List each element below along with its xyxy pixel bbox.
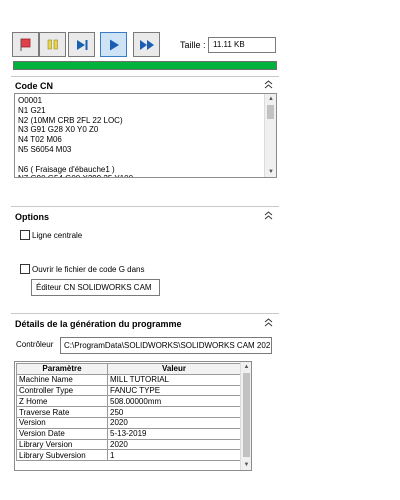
parameter-cell: Controller Type xyxy=(16,384,108,397)
table-row[interactable]: Machine Name MILL TUTORIAL xyxy=(16,373,241,386)
value-cell: 250 xyxy=(107,406,241,418)
play-icon xyxy=(109,39,119,50)
step-button[interactable] xyxy=(68,32,95,57)
code-line: N6 ( Fraisage d'ébauche1 ) xyxy=(18,164,115,174)
size-label: Taille : xyxy=(180,40,206,50)
size-value-field: 11.11 KB xyxy=(208,37,276,53)
code-line: N5 S6054 M03 xyxy=(18,144,72,154)
step-icon xyxy=(76,39,87,50)
stop-button[interactable] xyxy=(12,32,39,57)
details-section-title: Détails de la génération du programme xyxy=(15,319,182,329)
double-chevron-up-icon xyxy=(264,318,273,327)
controller-label: Contrôleur xyxy=(16,340,54,349)
open-gcode-label: Ouvrir le fichier de code G dans xyxy=(32,265,145,274)
value-cell: 2020 xyxy=(107,438,241,451)
double-chevron-up-icon xyxy=(264,211,273,220)
code-line: N3 G91 G28 X0 Y0 Z0 xyxy=(18,125,99,135)
table-row[interactable]: Version 2020 xyxy=(16,416,241,429)
scroll-thumb[interactable] xyxy=(267,105,274,119)
fast-forward-button[interactable] xyxy=(133,32,160,57)
parameters-table-container: Paramètre Valeur Machine Name MILL TUTORI… xyxy=(14,361,252,471)
progress-bar-fill xyxy=(14,62,276,69)
double-chevron-up-icon xyxy=(264,80,273,89)
code-section-title: Code CN xyxy=(15,81,53,91)
parameter-cell: Machine Name xyxy=(16,373,108,386)
value-cell: 1 xyxy=(107,449,241,462)
parameter-cell: Library Subversion xyxy=(16,449,108,462)
scroll-down-icon[interactable]: ▼ xyxy=(241,460,251,470)
value-cell: 508.00000mm xyxy=(107,395,241,408)
collapse-icon[interactable] xyxy=(264,211,273,222)
stop-icon xyxy=(20,38,30,51)
parameter-cell: Traverse Rate xyxy=(16,406,108,418)
parameter-cell: Version xyxy=(16,416,108,429)
parameter-cell: Z Home xyxy=(16,395,108,408)
center-line-checkbox[interactable] xyxy=(20,230,30,240)
pause-icon xyxy=(47,39,58,49)
section-divider xyxy=(11,76,279,77)
code-line: N4 T02 M06 xyxy=(18,135,62,145)
code-line: N1 G21 xyxy=(18,105,46,115)
collapse-icon[interactable] xyxy=(264,80,273,91)
open-gcode-checkbox[interactable] xyxy=(20,264,30,274)
scroll-up-icon[interactable]: ▲ xyxy=(265,94,276,104)
parameter-cell: Version Date xyxy=(16,427,108,440)
code-line: N7 G90 G54 G00 X299.25 Y100. xyxy=(18,174,262,177)
table-scrollbar[interactable]: ▲ ▼ xyxy=(240,362,251,470)
editor-select[interactable]: Éditeur CN SOLIDWORKS CAM xyxy=(31,279,160,296)
parameter-cell: Library Version xyxy=(16,438,108,451)
column-header-value: Valeur xyxy=(107,363,241,375)
fast-forward-icon xyxy=(139,39,154,50)
controller-path-field[interactable]: C:\ProgramData\SOLIDWORKS\SOLIDWORKS CAM… xyxy=(60,337,272,354)
section-divider xyxy=(11,206,279,207)
nc-code-lines: O0001 N1 G21 N2 (10MM CRB 2FL 22 LOC) N3 G9… xyxy=(18,96,262,177)
pause-button[interactable] xyxy=(39,32,66,57)
scroll-up-icon[interactable]: ▲ xyxy=(241,362,251,372)
code-line: N2 (10MM CRB 2FL 22 LOC) xyxy=(18,115,123,125)
options-section-title: Options xyxy=(15,212,49,222)
table-row[interactable]: Version Date 5-13-2019 xyxy=(16,427,241,440)
code-scrollbar[interactable]: ▲ ▼ xyxy=(264,94,276,177)
table-row[interactable]: Z Home 508.00000mm xyxy=(16,395,241,408)
table-row[interactable]: Traverse Rate 250 xyxy=(16,406,241,418)
center-line-label: Ligne centrale xyxy=(32,231,83,240)
scroll-thumb[interactable] xyxy=(243,373,250,457)
code-line: O0001 xyxy=(18,96,43,105)
play-button[interactable] xyxy=(100,32,127,57)
collapse-icon[interactable] xyxy=(264,318,273,329)
column-header-parameter: Paramètre xyxy=(16,363,108,375)
nc-code-textarea[interactable]: O0001 N1 G21 N2 (10MM CRB 2FL 22 LOC) N3 G9… xyxy=(14,93,277,178)
parameters-table: Paramètre Valeur Machine Name MILL TUTORI… xyxy=(16,363,241,462)
section-divider xyxy=(11,313,279,314)
progress-bar xyxy=(13,61,277,70)
table-header-row: Paramètre Valeur xyxy=(16,363,241,375)
scroll-down-icon[interactable]: ▼ xyxy=(265,167,276,177)
value-cell: 5-13-2019 xyxy=(107,427,241,440)
table-row[interactable]: Controller Type FANUC TYPE xyxy=(16,384,241,397)
value-cell: MILL TUTORIAL xyxy=(107,373,241,386)
value-cell: FANUC TYPE xyxy=(107,384,241,397)
table-row[interactable]: Library Version 2020 xyxy=(16,438,241,451)
table-row[interactable]: Library Subversion 1 xyxy=(16,449,241,462)
value-cell: 2020 xyxy=(107,416,241,429)
